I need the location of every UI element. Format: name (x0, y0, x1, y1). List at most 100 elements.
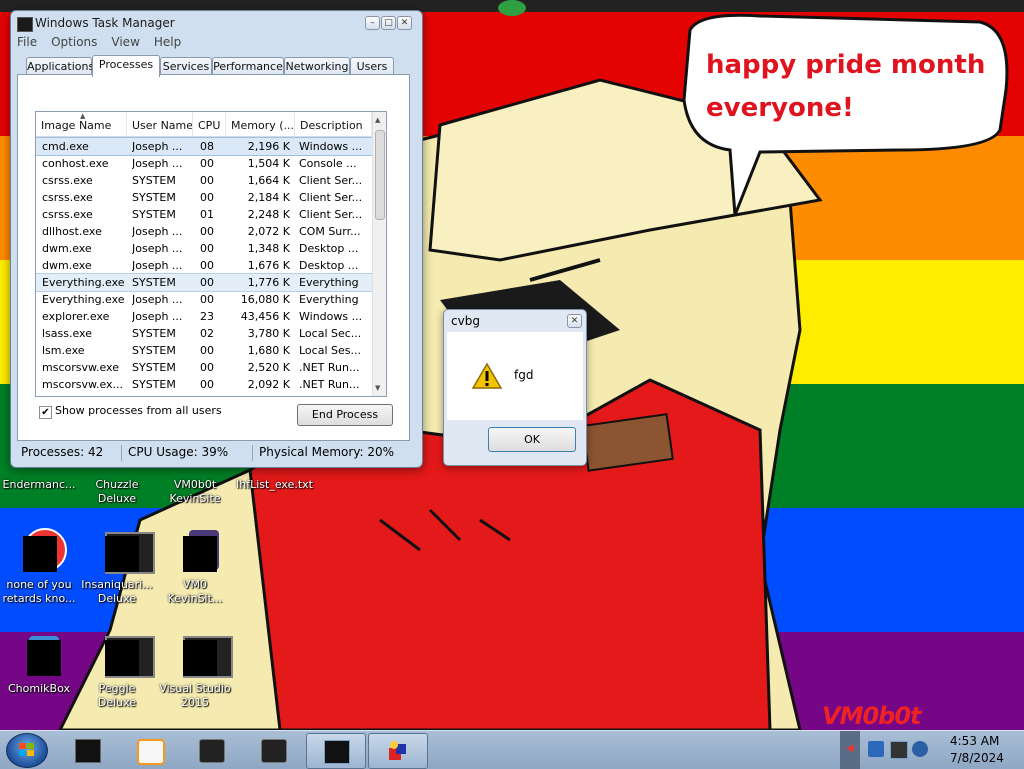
show-all-processes-label[interactable]: Show processes from all users (55, 404, 222, 417)
scrollbar-thumb[interactable] (375, 130, 385, 220)
desktop-icon-label: ChomikBox (8, 682, 70, 695)
clock-time[interactable]: 4:53 AM (950, 734, 999, 748)
table-row[interactable]: csrss.exe SYSTEM 00 2,184 K Client Ser... (36, 189, 372, 206)
table-row[interactable]: dwm.exe Joseph ... 00 1,348 K Desktop ... (36, 240, 372, 257)
taskbar-app-cmd[interactable] (58, 733, 116, 767)
process-name-cell: cmd.exe (42, 140, 89, 153)
task-manager-titlebar[interactable]: Windows Task Manager – □ ✕ (11, 11, 422, 35)
tray-expand-button[interactable]: ◀ (840, 731, 860, 769)
table-row[interactable]: explorer.exe Joseph ... 23 43,456 K Windows … (36, 308, 372, 325)
taskbar-app-media-player[interactable] (120, 733, 178, 767)
table-row[interactable]: Everything.exe SYSTEM 00 1,776 K Everything (36, 273, 373, 292)
maximize-button[interactable]: □ (381, 16, 396, 30)
table-row[interactable]: dllhost.exe Joseph ... 00 2,072 K COM Surr..… (36, 223, 372, 240)
tab-networking[interactable]: Networking (284, 57, 350, 75)
tab-processes[interactable]: Processes (92, 55, 160, 77)
process-description-cell: Desktop ... (299, 242, 359, 255)
tab-users[interactable]: Users (350, 57, 394, 75)
desktop-icon-peggle[interactable]: Peggle Deluxe (80, 632, 155, 710)
menu-view[interactable]: View (109, 35, 139, 49)
desktop-icon-vm0b0t-kevinsite[interactable]: VM0b0t KevinSite (158, 476, 232, 506)
process-description-cell: Windows ... (299, 140, 363, 153)
process-cpu-cell: 00 (200, 225, 214, 238)
process-memory-cell: 2,196 K (247, 140, 290, 153)
process-memory-cell: 16,080 K (240, 293, 290, 306)
message-dialog[interactable]: cvbg ✕ fgd OK (443, 309, 587, 466)
process-memory-cell: 1,348 K (247, 242, 290, 255)
process-memory-cell: 2,520 K (247, 361, 290, 374)
vertical-scrollbar[interactable]: ▲ ▼ (372, 112, 386, 396)
table-row[interactable]: lsass.exe SYSTEM 02 3,780 K Local Sec... (36, 325, 372, 342)
scroll-up-icon[interactable]: ▲ (375, 116, 380, 124)
taskbar-app-task-manager[interactable] (306, 733, 366, 769)
start-button[interactable] (6, 733, 48, 768)
status-physical-memory: Physical Memory: 20% (259, 445, 395, 459)
desktop-icon-endermanc[interactable]: Endermanc... (2, 476, 76, 492)
desktop-icon-vm0-kevinsite[interactable]: VM0 KevinSit... (158, 528, 232, 606)
taskbar-app-clock-2[interactable] (244, 733, 302, 767)
process-memory-cell: 2,072 K (247, 225, 290, 238)
tab-services[interactable]: Services (160, 57, 212, 75)
process-cpu-cell: 00 (200, 378, 214, 391)
process-list[interactable]: ▲ Image Name User Name CPU Memory (... D… (35, 111, 387, 397)
column-image-name[interactable]: ▲ Image Name (36, 112, 127, 136)
scroll-down-icon[interactable]: ▼ (375, 384, 380, 392)
desktop-icon-visual-studio[interactable]: Visual Studio 2015 (158, 632, 233, 710)
red-circle-icon (15, 528, 67, 576)
column-cpu[interactable]: CPU (193, 112, 226, 136)
process-user-cell: SYSTEM (132, 191, 176, 204)
column-description[interactable]: Description (295, 112, 372, 136)
process-name-cell: mscorsvw.ex... (42, 378, 124, 391)
table-row[interactable]: csrss.exe SYSTEM 01 2,248 K Client Ser... (36, 206, 372, 223)
end-process-button[interactable]: End Process (297, 404, 393, 426)
table-row[interactable]: Everything.exe Joseph ... 00 16,080 K Everyt… (36, 291, 372, 308)
desktop-icon-none-of-you[interactable]: none of you retards kno... (2, 528, 76, 606)
desktop-icon-label: Chuzzle Deluxe (95, 478, 139, 505)
table-row[interactable]: lsm.exe SYSTEM 00 1,680 K Local Ses... (36, 342, 372, 359)
process-name-cell: csrss.exe (42, 191, 93, 204)
table-row[interactable]: mscorsvw.ex... SYSTEM 00 2,092 K .NET Run... (36, 376, 372, 393)
table-row[interactable]: csrss.exe SYSTEM 00 1,664 K Client Ser... (36, 172, 372, 189)
close-button[interactable]: ✕ (397, 16, 412, 30)
show-all-processes-checkbox[interactable]: ✔ (39, 406, 52, 419)
tray-network-icon[interactable] (890, 741, 908, 759)
tray-action-center-icon[interactable] (868, 741, 884, 757)
column-memory[interactable]: Memory (... (226, 112, 295, 136)
desktop-icon-chomikbox[interactable]: ChomikBox (2, 632, 76, 696)
task-manager-window[interactable]: Windows Task Manager – □ ✕ File Options Vi… (10, 10, 423, 468)
menu-bar: File Options View Help (15, 35, 418, 53)
process-user-cell: Joseph ... (132, 259, 183, 272)
table-row[interactable]: dwm.exe Joseph ... 00 1,676 K Desktop ... (36, 257, 372, 274)
desktop-icon-chuzzle[interactable]: Chuzzle Deluxe (80, 476, 154, 506)
process-name-cell: csrss.exe (42, 174, 93, 187)
shapes-icon (389, 741, 406, 760)
tab-applications[interactable]: Applications (26, 57, 94, 75)
clock-date[interactable]: 7/8/2024 (950, 751, 1004, 765)
menu-help[interactable]: Help (152, 35, 181, 49)
process-cpu-cell: 00 (200, 242, 214, 255)
table-row[interactable]: conhost.exe Joseph ... 00 1,504 K Console ..… (36, 155, 372, 172)
taskbar-app-dialog[interactable] (368, 733, 428, 769)
tab-strip: Applications Processes Services Performa… (17, 55, 416, 77)
tab-performance[interactable]: Performance (212, 57, 284, 75)
table-row[interactable]: cmd.exe Joseph ... 08 2,196 K Windows ... (36, 137, 373, 156)
desktop-icon-ihflist[interactable]: IhfList_exe.txt (236, 476, 313, 492)
process-memory-cell: 43,456 K (240, 310, 290, 323)
column-user-name[interactable]: User Name (127, 112, 193, 136)
process-description-cell: COM Surr... (299, 225, 361, 238)
tray-app-icon[interactable] (912, 741, 928, 757)
dialog-close-button[interactable]: ✕ (567, 314, 582, 328)
dialog-message: fgd (514, 368, 534, 382)
process-memory-cell: 1,776 K (247, 276, 290, 289)
process-rows: cmd.exe Joseph ... 08 2,196 K Windows ... con… (36, 137, 373, 393)
menu-file[interactable]: File (15, 35, 37, 49)
dialog-ok-button[interactable]: OK (488, 427, 576, 452)
process-cpu-cell: 00 (200, 157, 214, 170)
minimize-button[interactable]: – (365, 16, 380, 30)
menu-options[interactable]: Options (49, 35, 97, 49)
table-row[interactable]: mscorsvw.exe SYSTEM 00 2,520 K .NET Run... (36, 359, 372, 376)
taskbar-app-clock-1[interactable] (182, 733, 240, 767)
desktop-icon-insaniquarium[interactable]: Insaniquari... Deluxe (80, 528, 155, 606)
desktop-icon-label: Insaniquari... Deluxe (81, 578, 153, 605)
dialog-title: cvbg (451, 314, 480, 328)
